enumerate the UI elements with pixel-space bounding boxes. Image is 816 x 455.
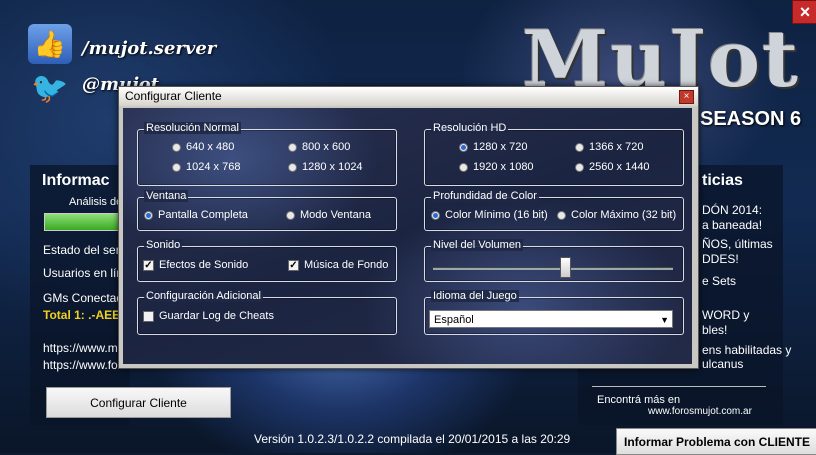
group-additional-config: Configuración Adicional Guardar Log de C… [137, 290, 397, 335]
group-label: Resolución HD [431, 122, 509, 134]
option-label: Color Máximo (32 bit) [571, 209, 677, 221]
option-label: 800 x 600 [302, 141, 351, 153]
option-label: Efectos de Sonido [159, 259, 249, 271]
info-title: Informac [42, 172, 110, 189]
website-link-1[interactable]: https://www.mu [43, 341, 124, 355]
option-label: 1280 x 1024 [302, 161, 363, 173]
analysis-progress-bar [44, 213, 126, 231]
option-label: 640 x 480 [186, 141, 235, 153]
option-label: 1920 x 1080 [473, 161, 534, 173]
radio-icon [172, 142, 181, 152]
radio-icon [575, 162, 584, 172]
radio-icon [288, 162, 297, 172]
facebook-handle: /mujot.server [82, 38, 217, 59]
analysis-label: Análisis de [69, 196, 123, 208]
radio-color-16[interactable]: Color Mínimo (16 bit) [431, 209, 548, 221]
option-label: Música de Fondo [304, 259, 389, 271]
news-title: ticias [702, 172, 743, 189]
group-label: Configuración Adicional [144, 290, 263, 302]
option-label: Color Mínimo (16 bit) [445, 209, 548, 221]
radio-icon [172, 162, 181, 172]
radio-icon [288, 142, 297, 152]
gms-connected-label: GMs Conectad [43, 291, 124, 305]
group-label: Resolución Normal [144, 122, 241, 134]
radio-selected-icon [431, 210, 440, 220]
news-line[interactable]: WORD y [702, 308, 749, 322]
group-label: Idioma del Juego [431, 290, 519, 302]
news-line[interactable]: bles! [702, 323, 727, 337]
logo-season: SEASON 6 [700, 108, 802, 130]
radio-hd-1920[interactable]: 1920 x 1080 [459, 161, 534, 173]
users-online-label: Usuarios en lín [43, 266, 124, 280]
radio-windowed[interactable]: Modo Ventana [286, 209, 371, 221]
option-label: Modo Ventana [300, 209, 371, 221]
facebook-thumb-icon[interactable]: 👍 [28, 24, 72, 64]
website-link-2[interactable]: https://www.for [43, 358, 122, 372]
server-status-label: Estado del serv [43, 243, 126, 257]
radio-res-1024[interactable]: 1024 x 768 [172, 161, 240, 173]
checkbox-music[interactable]: ✓ Música de Fondo [288, 259, 388, 271]
version-text: Versión 1.0.2.3/1.0.2.2 compilada el 20/… [254, 432, 571, 446]
group-color-depth: Profundidad de Color Color Mínimo (16 bi… [424, 190, 684, 231]
checkbox-sound-effects[interactable]: ✓ Efectos de Sonido [143, 259, 248, 271]
radio-icon [286, 210, 295, 220]
radio-fullscreen[interactable]: Pantalla Completa [144, 209, 248, 221]
news-footer-link[interactable]: www.forosmujot.com.ar [648, 406, 752, 417]
option-label: Guardar Log de Cheats [159, 310, 274, 322]
group-volume: Nivel del Volumen [424, 239, 684, 282]
dialog-close-button[interactable]: × [679, 90, 694, 104]
checkbox-log-cheats[interactable]: Guardar Log de Cheats [143, 310, 274, 322]
group-res-normal: Resolución Normal 640 x 480 800 x 600 10… [137, 122, 397, 186]
radio-selected-icon [144, 210, 153, 220]
option-label: 2560 x 1440 [589, 161, 650, 173]
report-problem-button[interactable]: Informar Problema con CLIENTE [616, 428, 816, 455]
dialog-title: Configurar Cliente [119, 87, 698, 106]
chevron-down-icon[interactable]: ▼ [660, 311, 669, 329]
news-line[interactable]: e Sets [702, 274, 736, 288]
configure-client-button[interactable]: Configurar Cliente [46, 387, 231, 418]
twitter-bird-icon[interactable]: 🐦 [28, 70, 72, 106]
news-line[interactable]: DDES! [702, 252, 739, 266]
option-label: 1366 x 720 [589, 141, 644, 153]
close-window-button[interactable]: × [792, 0, 816, 24]
group-language: Idioma del Juego Español ▼ [424, 290, 684, 335]
news-line[interactable]: DÓN 2014: [702, 203, 762, 217]
news-line[interactable]: ens habilitadas y [702, 343, 791, 357]
radio-res-1280-1024[interactable]: 1280 x 1024 [288, 161, 363, 173]
group-sound: Sonido ✓ Efectos de Sonido ✓ Música de Fon… [137, 239, 397, 282]
group-window: Ventana Pantalla Completa Modo Ventana [137, 190, 397, 231]
radio-icon [459, 162, 468, 172]
radio-hd-1280[interactable]: 1280 x 720 [459, 141, 527, 153]
news-line[interactable]: ulcanus [702, 357, 743, 371]
radio-res-640[interactable]: 640 x 480 [172, 141, 234, 153]
news-line[interactable]: a baneada! [702, 218, 762, 232]
group-label: Profundidad de Color [431, 190, 539, 202]
group-label: Ventana [144, 190, 189, 202]
option-label: 1024 x 768 [186, 161, 241, 173]
group-label: Nivel del Volumen [431, 239, 524, 251]
radio-hd-2560[interactable]: 2560 x 1440 [575, 161, 650, 173]
checkbox-icon [143, 310, 154, 322]
radio-res-800[interactable]: 800 x 600 [288, 141, 350, 153]
radio-icon [557, 210, 566, 220]
option-label: 1280 x 720 [473, 141, 528, 153]
volume-slider-thumb[interactable] [560, 257, 571, 278]
radio-icon [575, 142, 584, 152]
configure-client-dialog: Configurar Cliente × Resolución Normal 6… [118, 86, 699, 369]
radio-color-32[interactable]: Color Máximo (32 bit) [557, 209, 676, 221]
radio-selected-icon [459, 142, 468, 152]
news-divider [592, 386, 766, 387]
group-label: Sonido [144, 239, 183, 251]
volume-slider-track[interactable] [433, 267, 673, 270]
dialog-body: Resolución Normal 640 x 480 800 x 600 10… [123, 108, 692, 364]
language-selected-value: Español [434, 314, 474, 326]
group-res-hd: Resolución HD 1280 x 720 1366 x 720 1920… [424, 122, 684, 186]
checkbox-checked-icon: ✓ [288, 259, 299, 271]
news-line[interactable]: ÑOS, últimas [702, 237, 773, 251]
radio-hd-1366[interactable]: 1366 x 720 [575, 141, 643, 153]
news-footer-text: Encontrá más en [597, 394, 681, 406]
checkbox-checked-icon: ✓ [143, 259, 154, 271]
language-select[interactable]: Español ▼ [429, 310, 673, 328]
option-label: Pantalla Completa [158, 209, 248, 221]
